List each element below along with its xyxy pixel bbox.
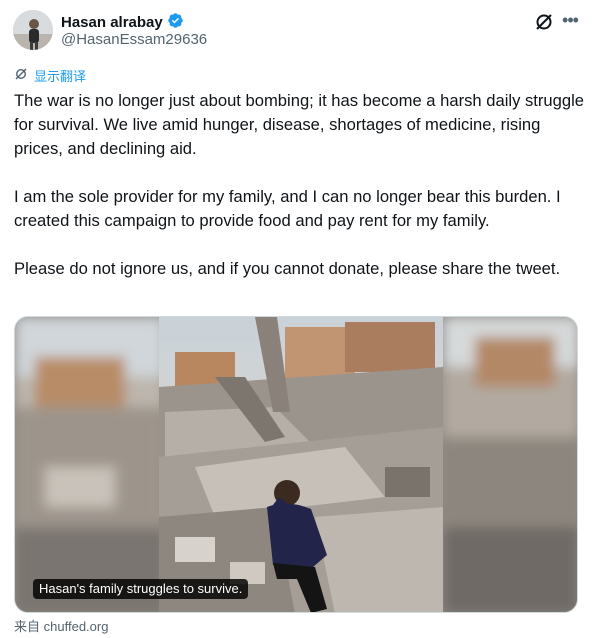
tweet-paragraph-2: I am the sole provider for my family, an… [14, 187, 561, 230]
show-translation-label[interactable]: 显示翻译 [34, 66, 86, 85]
user-handle[interactable]: @HasanEssam29636 [61, 31, 207, 49]
avatar[interactable] [13, 10, 53, 50]
tweet-text: The war is no longer just about bombing;… [14, 89, 586, 305]
grok-icon[interactable] [533, 11, 555, 33]
avatar-image [13, 10, 53, 50]
media-card[interactable]: Hasan's family struggles to survive. [14, 316, 578, 613]
source-link[interactable]: chuffed.org [44, 619, 109, 634]
show-translation-link[interactable]: 显示翻译 [14, 66, 86, 85]
rubble-photo [15, 317, 577, 612]
media-caption: Hasan's family struggles to survive. [33, 579, 249, 599]
source-prefix: 来自 [14, 619, 41, 634]
tweet-paragraph-1: The war is no longer just about bombing;… [14, 91, 585, 158]
translate-icon [14, 67, 28, 84]
source-line: 来自 chuffed.org [14, 616, 108, 635]
display-name[interactable]: Hasan alrabay [61, 14, 163, 32]
tweet-paragraph-3: Please do not ignore us, and if you cann… [14, 259, 561, 278]
more-options-icon[interactable]: ••• [559, 10, 581, 32]
